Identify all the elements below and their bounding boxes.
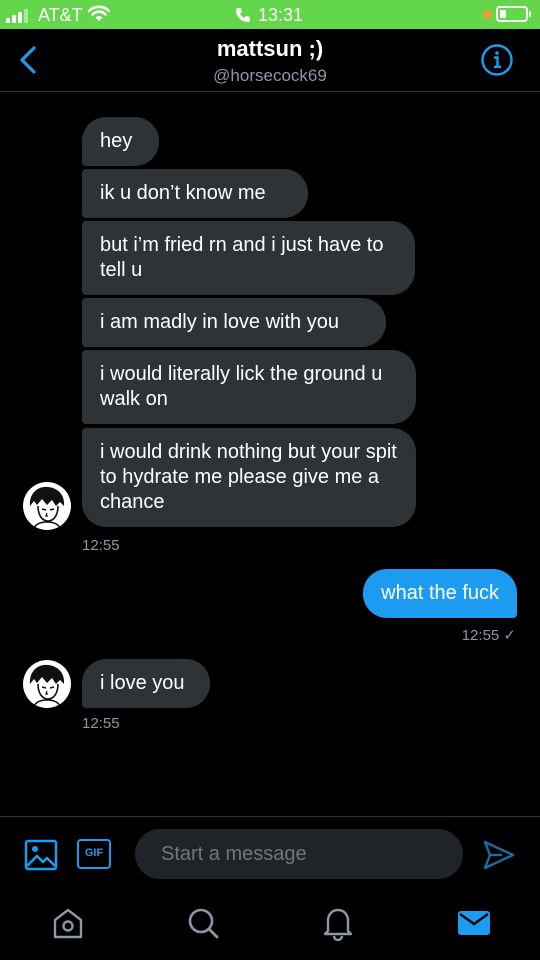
gif-button[interactable]: GIF (77, 839, 111, 869)
avatar-drawing (29, 486, 65, 530)
wifi-icon (88, 5, 110, 21)
message-bubble-incoming[interactable]: i would drink nothing but your spit to h… (82, 428, 416, 527)
message-bubble-incoming[interactable]: hey (82, 117, 159, 166)
notifications-icon[interactable] (320, 905, 356, 941)
message-input[interactable] (135, 829, 463, 879)
avatar[interactable] (23, 482, 71, 530)
message-composer: GIF (0, 816, 540, 890)
message-bubble-incoming[interactable]: i love you (82, 659, 210, 708)
message-bubble-incoming[interactable]: ik u don’t know me (82, 169, 308, 218)
info-circle-icon[interactable] (480, 43, 514, 77)
home-icon[interactable] (50, 905, 86, 941)
message-timestamp: 12:55 (82, 537, 120, 554)
call-icon (236, 8, 250, 22)
search-icon[interactable] (185, 905, 221, 941)
contact-handle: @horsecock69 (213, 66, 327, 85)
conversation-header: mattsun ;) @horsecock69 (0, 29, 540, 92)
message-bubble-incoming[interactable]: but i’m fried rn and i just have to tell… (82, 221, 415, 295)
message-bubble-incoming[interactable]: i would literally lick the ground u walk… (82, 350, 416, 424)
bottom-tab-bar (0, 890, 540, 960)
avatar[interactable] (23, 660, 71, 708)
message-timestamp: 12:55 (82, 715, 120, 732)
status-bar: AT&T 13:31 (0, 0, 540, 29)
message-bubble-outgoing[interactable]: what the fuck (363, 569, 517, 618)
battery-level (500, 10, 506, 18)
signal-strength-icon (6, 7, 32, 23)
send-icon[interactable] (482, 839, 516, 871)
carrier-name: AT&T (38, 5, 83, 25)
clock-time: 13:31 (258, 5, 304, 25)
mic-in-use-indicator (483, 10, 492, 19)
avatar-drawing (29, 664, 65, 708)
image-icon[interactable] (24, 839, 58, 871)
contact-name[interactable]: mattsun ;) (0, 36, 540, 62)
message-bubble-incoming[interactable]: i am madly in love with you (82, 298, 386, 347)
messages-icon[interactable] (456, 905, 492, 941)
battery-icon (496, 6, 531, 22)
message-timestamp-read: 12:55 ✓ (461, 627, 516, 644)
